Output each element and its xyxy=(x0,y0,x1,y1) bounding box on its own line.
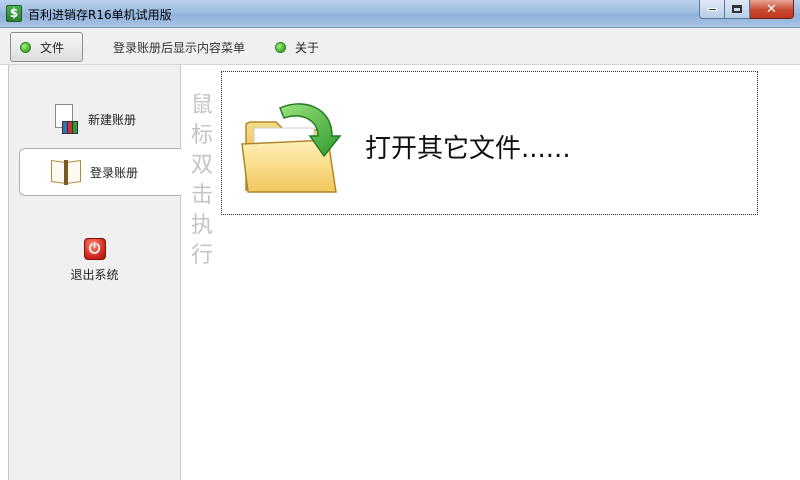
window-controls: ✕ xyxy=(699,0,794,20)
main-content: 鼠 标 双 击 执 行 打开其它文件...... xyxy=(181,65,800,480)
close-button[interactable]: ✕ xyxy=(750,0,794,19)
sidebar-item-exit[interactable]: ⏻ 退出系统 xyxy=(9,230,180,290)
double-click-hint: 鼠 标 双 击 执 行 xyxy=(189,91,215,271)
sidebar: 新建账册 登录账册 ⏻ 退出系统 xyxy=(8,65,183,480)
sidebar-item-label: 登录账册 xyxy=(90,165,139,180)
hint-char: 行 xyxy=(190,243,213,268)
maximize-button[interactable] xyxy=(725,0,750,19)
hint-char: 双 xyxy=(190,153,213,178)
hint-char: 鼠 xyxy=(190,93,213,118)
sidebar-item-new-book[interactable]: 新建账册 xyxy=(19,95,181,143)
open-other-file-tile[interactable]: 打开其它文件...... xyxy=(221,71,758,215)
menu-login-hint-label: 登录账册后显示内容菜单 xyxy=(113,40,246,55)
menu-file[interactable]: 文件 xyxy=(10,32,83,62)
status-dot-icon xyxy=(275,41,286,53)
maximize-icon xyxy=(732,5,742,13)
window-title: 百利进销存R16单机试用版 xyxy=(28,8,172,22)
sidebar-item-label: 新建账册 xyxy=(88,112,137,127)
sidebar-item-label: 退出系统 xyxy=(70,267,119,282)
close-icon: ✕ xyxy=(766,1,777,17)
menu-about-label: 关于 xyxy=(295,40,320,55)
menu-bar: 文件 登录账册后显示内容菜单 关于 xyxy=(0,28,800,65)
open-other-file-label: 打开其它文件...... xyxy=(365,134,571,164)
title-bar: $ 百利进销存R16单机试用版 ✕ xyxy=(0,0,800,28)
status-dot-icon xyxy=(20,41,31,53)
app-logo-icon: $ xyxy=(6,5,22,22)
hint-char: 标 xyxy=(190,123,213,148)
menu-file-label: 文件 xyxy=(40,40,65,55)
hint-char: 执 xyxy=(190,213,213,238)
minimize-icon xyxy=(707,7,717,11)
menu-about[interactable]: 关于 xyxy=(275,32,319,62)
hint-char: 击 xyxy=(190,183,213,208)
sidebar-item-login-book[interactable]: 登录账册 xyxy=(19,148,183,196)
minimize-button[interactable] xyxy=(699,0,725,19)
open-folder-icon xyxy=(241,103,342,193)
menu-login-hint: 登录账册后显示内容菜单 xyxy=(113,32,245,62)
power-icon: ⏻ xyxy=(83,237,106,260)
new-book-icon xyxy=(52,104,80,134)
open-book-icon xyxy=(50,158,82,186)
